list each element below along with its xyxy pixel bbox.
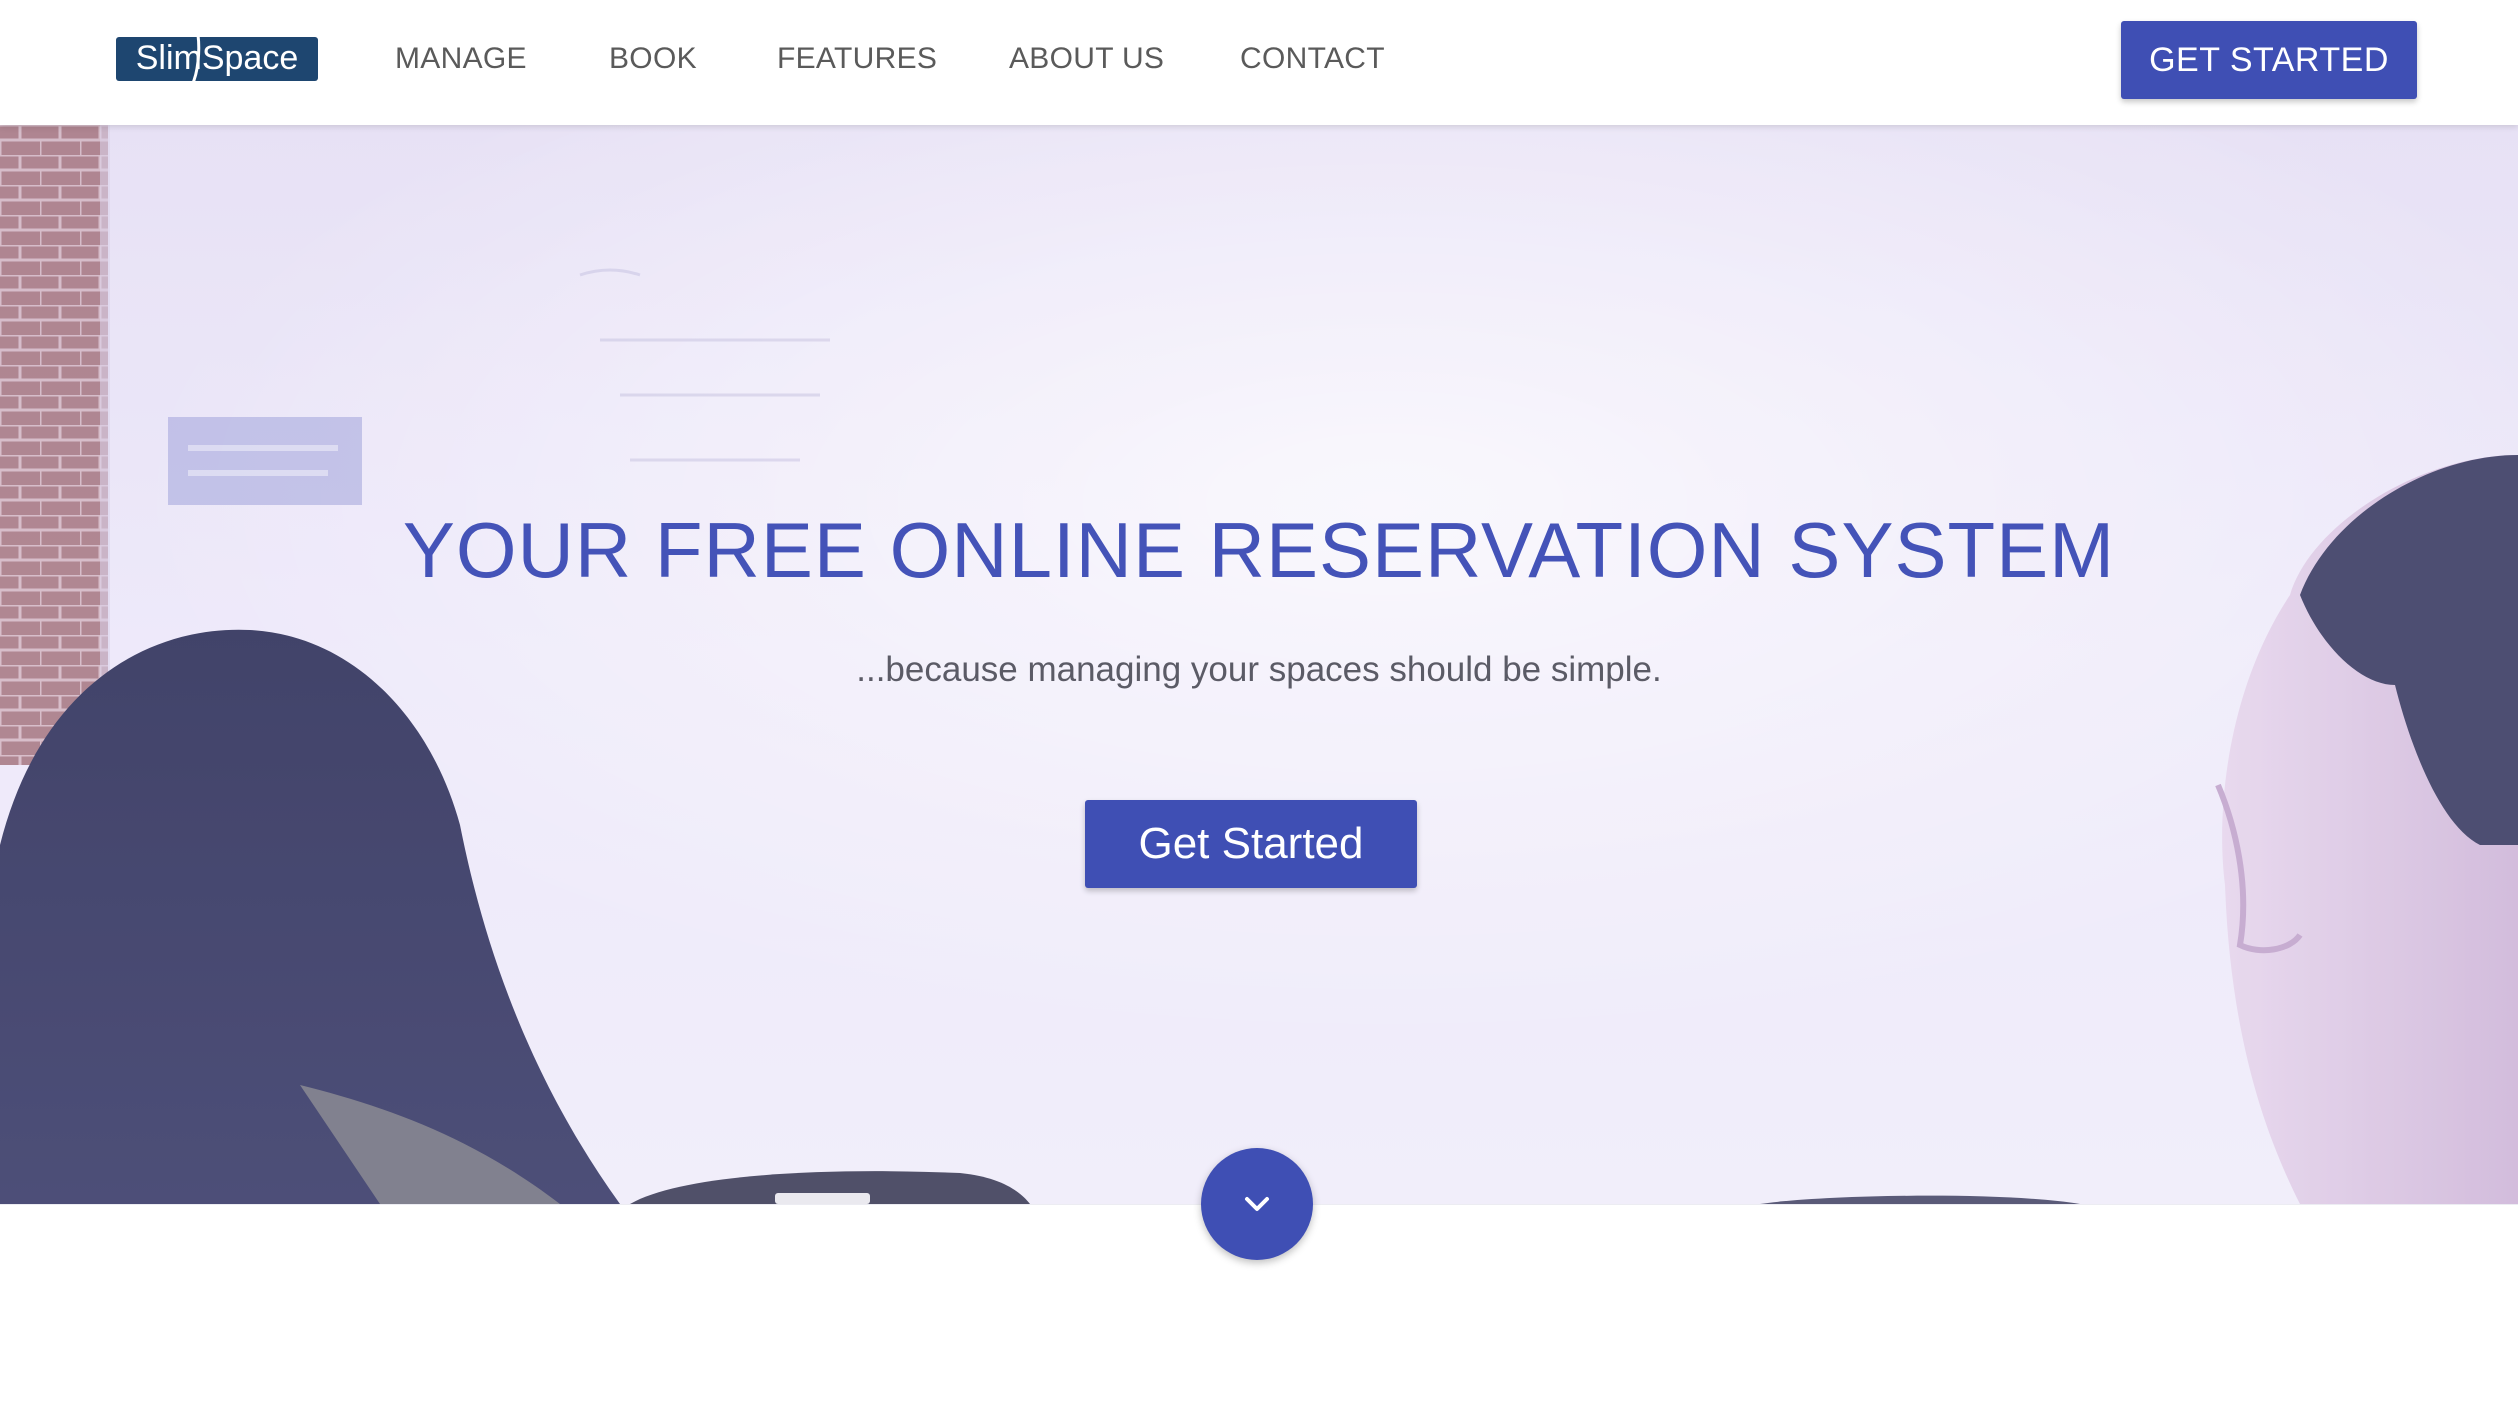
nav-link-contact[interactable]: CONTACT xyxy=(1240,42,1385,76)
slimspace-logo[interactable]: SlimSpace xyxy=(116,31,318,87)
nav-link-about-us[interactable]: ABOUT US xyxy=(1009,42,1164,76)
nav-link-book[interactable]: BOOK xyxy=(609,42,697,76)
chevron-down-icon xyxy=(1245,1197,1269,1211)
svg-text:SlimSpace: SlimSpace xyxy=(136,39,299,77)
hero-subtitle: ...because managing your spaces should b… xyxy=(856,650,1662,689)
scroll-down-button[interactable] xyxy=(1201,1148,1313,1260)
nav-link-manage[interactable]: MANAGE xyxy=(395,42,527,76)
nav-link-features[interactable]: FEATURES xyxy=(777,42,937,76)
header-get-started-button[interactable]: GET STARTED xyxy=(2121,21,2417,99)
hero-section: YOUR FREE ONLINE RESERVATION SYSTEM ...b… xyxy=(0,125,2518,1204)
site-header: SlimSpace MANAGE BOOK FEATURES ABOUT US … xyxy=(0,0,2518,125)
hero-get-started-button[interactable]: Get Started xyxy=(1085,800,1417,888)
hero-title: YOUR FREE ONLINE RESERVATION SYSTEM xyxy=(402,506,2116,594)
